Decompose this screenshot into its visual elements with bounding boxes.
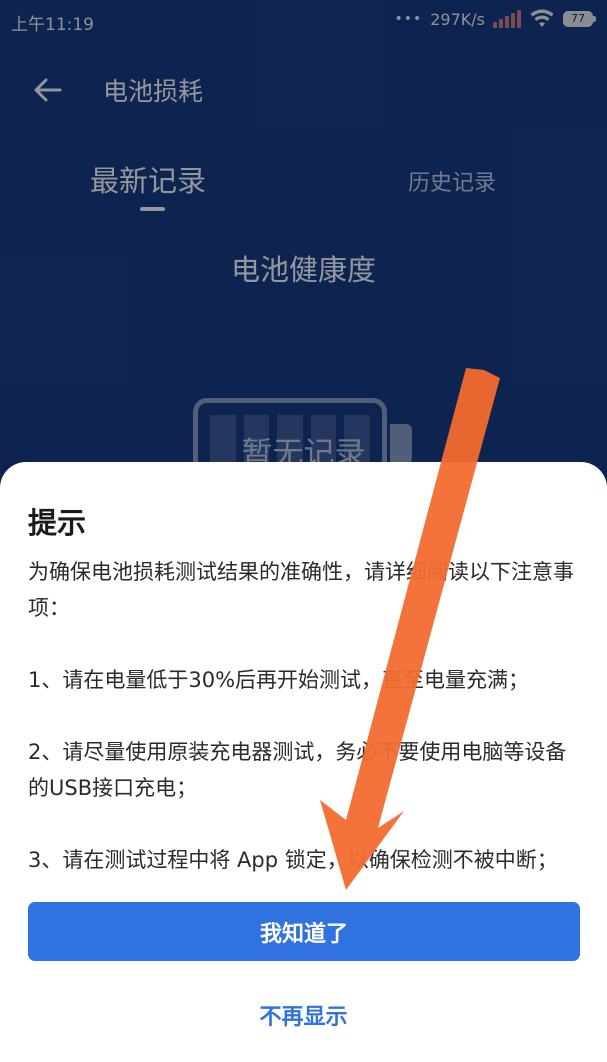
dialog-body: 为确保电池损耗测试结果的准确性，请详细阅读以下注意事项： 1、请在电量低于30%… — [28, 554, 583, 878]
confirm-button[interactable]: 我知道了 — [28, 902, 580, 961]
dont-show-again-button[interactable]: 不再显示 — [0, 999, 607, 1031]
dialog-item-3: 3、请在测试过程中将 App 锁定，以确保检测不被中断； — [28, 848, 558, 872]
dialog-title: 提示 — [28, 506, 87, 540]
tips-dialog: 提示 为确保电池损耗测试结果的准确性，请详细阅读以下注意事项： 1、请在电量低于… — [0, 462, 607, 1062]
dialog-item-2: 2、请尽量使用原装充电器测试，务必不要使用电脑等设备的USB接口充电； — [28, 740, 567, 800]
dialog-intro: 为确保电池损耗测试结果的准确性，请详细阅读以下注意事项： — [28, 560, 574, 620]
dialog-item-1: 1、请在电量低于30%后再开始测试，直至电量充满； — [28, 668, 530, 692]
